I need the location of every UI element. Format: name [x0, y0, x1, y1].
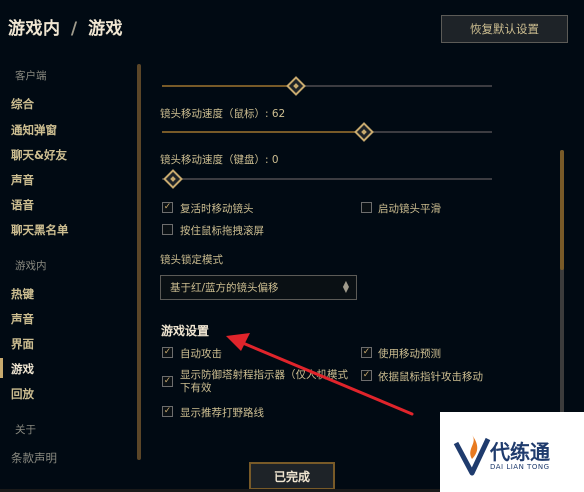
watermark-text: 代练通: [490, 440, 550, 464]
sidebar-item-general[interactable]: 综合: [11, 96, 34, 112]
checkbox-move-prediction[interactable]: ✓: [361, 347, 372, 358]
option-drag-scroll-label: 按住鼠标拖拽滚屏: [180, 225, 264, 237]
keyboard-speed-track: [162, 178, 492, 180]
sidebar-item-notifications[interactable]: 通知弹窗: [11, 122, 57, 138]
done-button[interactable]: 已完成: [249, 462, 335, 490]
watermark-logo-icon: [453, 435, 491, 476]
mouse-speed-fill: [162, 131, 364, 133]
camera-lock-mode-select[interactable]: 基于红/蓝方的镜头偏移 ▲ ▼: [160, 275, 357, 300]
top-slider-handle[interactable]: [286, 76, 306, 96]
checkbox-auto-attack[interactable]: ✓: [162, 347, 173, 358]
restore-defaults-button[interactable]: 恢复默认设置: [441, 15, 568, 43]
sidebar-item-interface[interactable]: 界面: [11, 336, 34, 352]
option-respawn-camera-label: 复活时移动镜头: [180, 203, 254, 215]
auto-attack-label: 自动攻击: [180, 348, 222, 360]
watermark-subtext: DAI LIAN TONG: [490, 463, 550, 471]
checkbox-drag-scroll[interactable]: [162, 224, 173, 235]
sidebar-item-ingame-sound[interactable]: 声音: [11, 311, 34, 327]
page-title: 游戏: [88, 19, 124, 39]
content-divider: [137, 64, 141, 460]
sidebar-section-about: 关于: [15, 424, 36, 436]
cursor-attack-move-label: 依据鼠标指针攻击移动: [378, 371, 483, 383]
game-settings-title: 游戏设置: [161, 324, 210, 338]
move-prediction-label: 使用移动预测: [378, 348, 441, 360]
breadcrumb-parent[interactable]: 游戏内: [8, 19, 61, 39]
tower-range-label: 显示防御塔射程指示器（仅人机模式下有效: [180, 369, 348, 394]
sidebar-section-client: 客户端: [15, 70, 47, 82]
keyboard-speed-label: 镜头移动速度（键盘）: 0: [160, 154, 279, 166]
jungle-path-label: 显示推荐打野路线: [180, 407, 264, 419]
checkbox-respawn-camera[interactable]: ✓: [162, 202, 173, 213]
checkbox-smooth-camera[interactable]: [361, 202, 372, 213]
chevron-updown-icon: ▲ ▼: [342, 279, 349, 294]
scrollbar-thumb[interactable]: [560, 150, 564, 270]
checkbox-jungle-path[interactable]: ✓: [162, 406, 173, 417]
sidebar-item-game[interactable]: 游戏: [0, 358, 34, 378]
keyboard-speed-handle[interactable]: [163, 169, 183, 189]
checkbox-cursor-attack-move[interactable]: ✓: [361, 370, 372, 381]
breadcrumb: 游戏内 / 游戏: [8, 14, 123, 39]
breadcrumb-separator: /: [70, 19, 78, 39]
checkbox-tower-range[interactable]: ✓: [162, 376, 173, 387]
sidebar-item-sound[interactable]: 声音: [11, 172, 34, 188]
camera-lock-mode-value: 基于红/蓝方的镜头偏移: [170, 282, 279, 294]
sidebar-item-chat-friends[interactable]: 聊天&好友: [11, 147, 67, 163]
option-smooth-camera-label: 启动镜头平滑: [378, 203, 441, 215]
camera-lock-mode-label: 镜头锁定模式: [160, 254, 223, 266]
sidebar-item-terms[interactable]: 条款声明: [11, 450, 57, 466]
sidebar-item-chat-blacklist[interactable]: 聊天黑名单: [11, 222, 69, 238]
top-slider-fill: [162, 85, 296, 87]
sidebar-item-replay[interactable]: 回放: [11, 386, 34, 402]
mouse-speed-handle[interactable]: [354, 122, 374, 142]
sidebar-section-ingame: 游戏内: [15, 260, 47, 272]
sidebar-item-hotkeys[interactable]: 热键: [11, 286, 34, 302]
sidebar-item-voice[interactable]: 语音: [11, 197, 34, 213]
mouse-speed-label: 镜头移动速度（鼠标）: 62: [160, 108, 286, 120]
